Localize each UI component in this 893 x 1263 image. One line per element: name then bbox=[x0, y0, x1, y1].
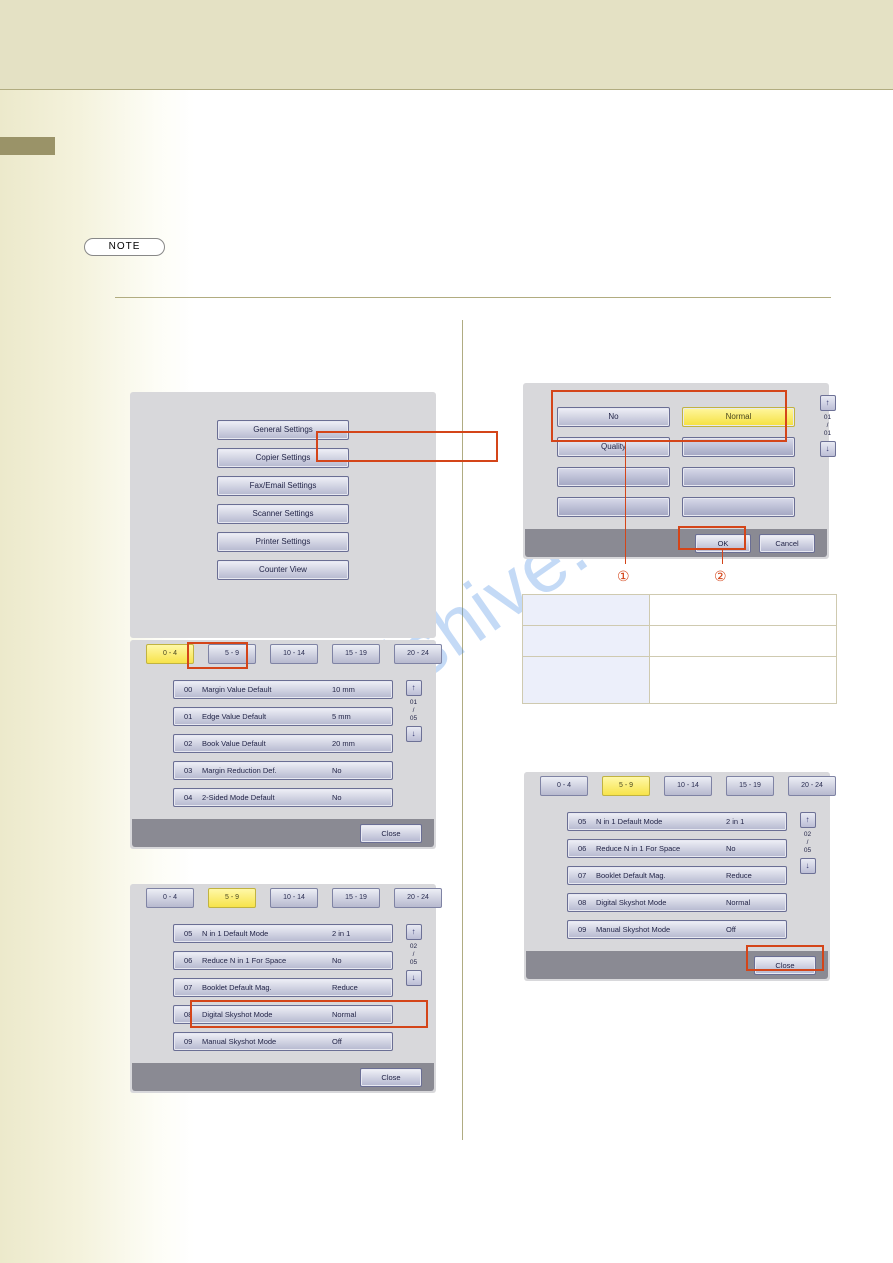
option-empty bbox=[682, 497, 795, 517]
note-underline bbox=[115, 297, 831, 298]
page-indicator: 02/05 bbox=[804, 831, 811, 855]
row-nin1-default[interactable]: 05N in 1 Default Mode2 in 1 bbox=[173, 924, 393, 943]
tab-5-9[interactable]: 5 - 9 bbox=[208, 644, 256, 664]
side-tab-marker bbox=[0, 137, 55, 155]
note-badge: NOTE bbox=[84, 238, 165, 256]
row-manual-skyshot[interactable]: 09Manual Skyshot ModeOff bbox=[567, 920, 787, 939]
tab-5-9[interactable]: 5 - 9 bbox=[602, 776, 650, 796]
page-indicator: 02/05 bbox=[410, 943, 417, 967]
scroll-up-icon[interactable]: ↑ bbox=[406, 924, 422, 940]
row-2sided-mode[interactable]: 042-Sided Mode DefaultNo bbox=[173, 788, 393, 807]
row-reduce-nin1[interactable]: 06Reduce N in 1 For SpaceNo bbox=[173, 951, 393, 970]
tab-10-14[interactable]: 10 - 14 bbox=[270, 644, 318, 664]
option-normal[interactable]: Normal bbox=[682, 407, 795, 427]
scroll-up-icon[interactable]: ↑ bbox=[406, 680, 422, 696]
row-book-value[interactable]: 02Book Value Default20 mm bbox=[173, 734, 393, 753]
scroll-down-icon[interactable]: ↓ bbox=[820, 441, 836, 457]
option-empty bbox=[682, 437, 795, 457]
cancel-button[interactable]: Cancel bbox=[759, 534, 815, 553]
row-digital-skyshot[interactable]: 08Digital Skyshot ModeNormal bbox=[567, 893, 787, 912]
menu-counter-view[interactable]: Counter View bbox=[217, 560, 349, 580]
option-empty bbox=[557, 497, 670, 517]
scroll-up-icon[interactable]: ↑ bbox=[820, 395, 836, 411]
menu-printer-settings[interactable]: Printer Settings bbox=[217, 532, 349, 552]
row-booklet-mag[interactable]: 07Booklet Default Mag.Reduce bbox=[567, 866, 787, 885]
screenshot-copier-page2: 0 - 4 5 - 9 10 - 14 15 - 19 20 - 24 05N … bbox=[130, 884, 436, 1093]
row-booklet-mag[interactable]: 07Booklet Default Mag.Reduce bbox=[173, 978, 393, 997]
column-divider bbox=[462, 320, 463, 1140]
tab-10-14[interactable]: 10 - 14 bbox=[664, 776, 712, 796]
page-indicator: 01/05 bbox=[410, 699, 417, 723]
row-edge-value[interactable]: 01Edge Value Default5 mm bbox=[173, 707, 393, 726]
menu-fax-email-settings[interactable]: Fax/Email Settings bbox=[217, 476, 349, 496]
menu-scanner-settings[interactable]: Scanner Settings bbox=[217, 504, 349, 524]
tab-15-19[interactable]: 15 - 19 bbox=[332, 644, 380, 664]
tab-10-14[interactable]: 10 - 14 bbox=[270, 888, 318, 908]
tab-0-4[interactable]: 0 - 4 bbox=[540, 776, 588, 796]
close-button[interactable]: Close bbox=[360, 1068, 422, 1087]
ok-button[interactable]: OK bbox=[695, 534, 751, 553]
info-table bbox=[522, 594, 837, 704]
tab-15-19[interactable]: 15 - 19 bbox=[332, 888, 380, 908]
row-manual-skyshot[interactable]: 09Manual Skyshot ModeOff bbox=[173, 1032, 393, 1051]
option-empty bbox=[557, 467, 670, 487]
callout-line-1 bbox=[625, 440, 626, 564]
close-button[interactable]: Close bbox=[754, 956, 816, 975]
option-empty bbox=[682, 467, 795, 487]
row-digital-skyshot[interactable]: 08Digital Skyshot ModeNormal bbox=[173, 1005, 393, 1024]
callout-line-2 bbox=[722, 548, 723, 564]
tab-20-24[interactable]: 20 - 24 bbox=[788, 776, 836, 796]
screenshot-copier-page2-result: 0 - 4 5 - 9 10 - 14 15 - 19 20 - 24 05N … bbox=[524, 772, 830, 981]
close-button[interactable]: Close bbox=[360, 824, 422, 843]
tab-20-24[interactable]: 20 - 24 bbox=[394, 644, 442, 664]
scroll-down-icon[interactable]: ↓ bbox=[406, 970, 422, 986]
tab-5-9[interactable]: 5 - 9 bbox=[208, 888, 256, 908]
row-nin1-default[interactable]: 05N in 1 Default Mode2 in 1 bbox=[567, 812, 787, 831]
row-margin-value[interactable]: 00Margin Value Default10 mm bbox=[173, 680, 393, 699]
screenshot-main-menu: General Settings Copier Settings Fax/Ema… bbox=[130, 392, 436, 638]
option-quality[interactable]: Quality bbox=[557, 437, 670, 457]
tab-0-4[interactable]: 0 - 4 bbox=[146, 644, 194, 664]
callout-1: ① bbox=[617, 568, 630, 585]
menu-general-settings[interactable]: General Settings bbox=[217, 420, 349, 440]
page-indicator: 01/01 bbox=[824, 414, 831, 438]
header-band bbox=[0, 0, 893, 89]
callout-2: ② bbox=[714, 568, 727, 585]
screenshot-option-select: No Normal Quality ↑ 01/01 ↓ OK Cancel bbox=[523, 383, 829, 559]
scroll-down-icon[interactable]: ↓ bbox=[800, 858, 816, 874]
row-margin-reduction[interactable]: 03Margin Reduction Def.No bbox=[173, 761, 393, 780]
scroll-down-icon[interactable]: ↓ bbox=[406, 726, 422, 742]
screenshot-copier-page1: 0 - 4 5 - 9 10 - 14 15 - 19 20 - 24 00Ma… bbox=[130, 640, 436, 849]
row-reduce-nin1[interactable]: 06Reduce N in 1 For SpaceNo bbox=[567, 839, 787, 858]
menu-copier-settings[interactable]: Copier Settings bbox=[217, 448, 349, 468]
tab-15-19[interactable]: 15 - 19 bbox=[726, 776, 774, 796]
option-no[interactable]: No bbox=[557, 407, 670, 427]
scroll-up-icon[interactable]: ↑ bbox=[800, 812, 816, 828]
tab-0-4[interactable]: 0 - 4 bbox=[146, 888, 194, 908]
tab-20-24[interactable]: 20 - 24 bbox=[394, 888, 442, 908]
